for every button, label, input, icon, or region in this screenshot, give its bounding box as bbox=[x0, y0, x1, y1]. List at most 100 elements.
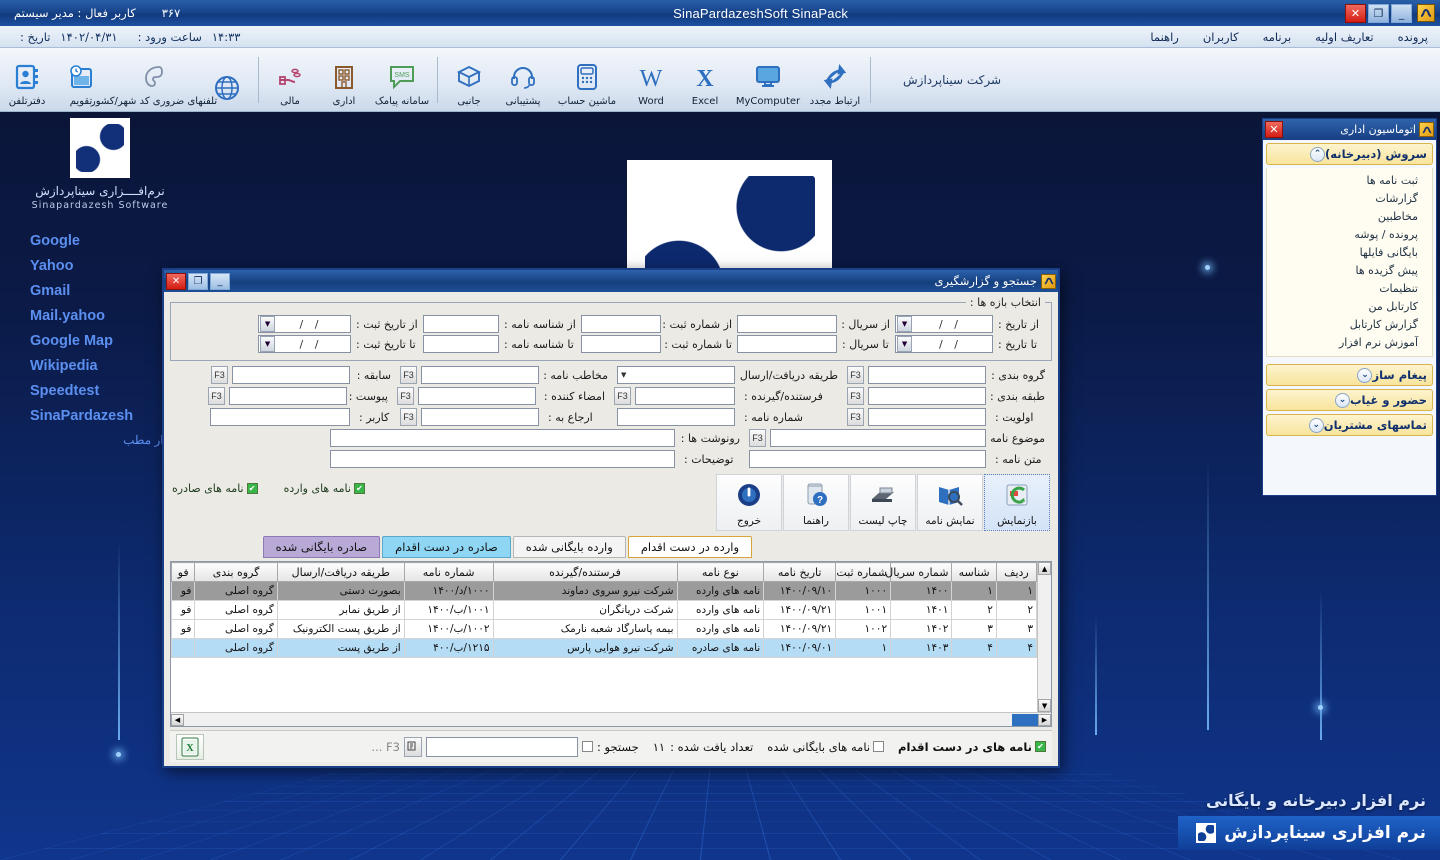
user-input[interactable] bbox=[210, 408, 350, 426]
dock-item-file-folder[interactable]: پرونده / پوشه bbox=[1277, 227, 1422, 242]
to-serial-input[interactable] bbox=[737, 335, 837, 353]
tab-incoming-in-action[interactable]: وارده در دست اقدام bbox=[627, 536, 752, 558]
col-method[interactable]: طریقه دریافت/ارسال bbox=[276, 562, 405, 582]
from-date-input[interactable]: / / ▼ bbox=[895, 315, 993, 333]
desc-input[interactable] bbox=[330, 450, 675, 468]
chevron-down-icon[interactable]: ▼ bbox=[897, 316, 912, 332]
dock-group-items[interactable]: ثبت نامه ها گزارشات مخاطبین پرونده / پوش… bbox=[1266, 168, 1433, 357]
table-row[interactable]: ۱ ۱ ۱۴۰۰ ۱۰۰۰ ۱۴۰۰/۰۹/۱۰ نامه های وارده … bbox=[171, 581, 1037, 601]
help-button[interactable]: ? راهنما bbox=[783, 474, 849, 531]
dock-group-customer-calls[interactable]: تماسهای مشتریان ⌄ bbox=[1266, 414, 1433, 436]
grid-vertical-scrollbar[interactable]: ▲ ▼ bbox=[1037, 562, 1051, 712]
in-action-filter-checkbox[interactable]: ✔ نامه های در دست اقدام bbox=[898, 740, 1046, 754]
checkbox-icon[interactable]: ✔ bbox=[353, 483, 365, 494]
link-google[interactable]: Google bbox=[30, 233, 200, 249]
priority-input[interactable] bbox=[868, 408, 986, 426]
to-regdate-input[interactable]: / / ▼ bbox=[258, 335, 351, 353]
attach-input[interactable] bbox=[229, 387, 347, 405]
dock-group-messenger[interactable]: پیغام ساز ⌄ bbox=[1266, 364, 1433, 386]
checkbox-icon[interactable] bbox=[873, 741, 885, 752]
chevron-down-icon[interactable]: ▼ bbox=[260, 336, 275, 352]
checkbox-icon[interactable]: ✔ bbox=[1035, 741, 1046, 752]
toolbar-calendar[interactable]: تقویم bbox=[54, 50, 108, 110]
col-id[interactable]: شناسه bbox=[951, 562, 997, 582]
preview-letter-button[interactable]: نمایش نامه bbox=[917, 474, 983, 531]
menubar[interactable]: پرونده تعاریف اولیه برنامه کاربران راهنم… bbox=[0, 26, 1440, 48]
table-row[interactable]: ۴ ۴ ۱۴۰۳ ۱ ۱۴۰۰/۰۹/۰۱ نامه های صادره شرک… bbox=[171, 638, 1037, 658]
subject-input[interactable] bbox=[770, 429, 986, 447]
menu-item-parvande[interactable]: پرونده bbox=[1386, 28, 1440, 46]
scroll-left-arrow-icon[interactable]: ◀ bbox=[171, 713, 184, 726]
col-regnum[interactable]: شماره ثبت bbox=[835, 562, 892, 582]
toolbar-word[interactable]: W Word bbox=[624, 50, 678, 110]
tab-outgoing-in-action[interactable]: صادره در دست اقدام bbox=[382, 536, 511, 558]
incoming-letters-checkbox[interactable]: ✔ نامه های وارده bbox=[284, 482, 365, 495]
from-serial-input[interactable] bbox=[737, 315, 837, 333]
priority-f3-button[interactable]: F3 bbox=[847, 408, 864, 426]
addressee-input[interactable] bbox=[421, 366, 539, 384]
dock-item-presets[interactable]: پیش گزیده ها bbox=[1277, 263, 1422, 278]
dock-group-soroush[interactable]: سروش (دبیرخانه) ⌃ bbox=[1266, 143, 1433, 165]
dialog-window-controls[interactable]: _ ❐ ✕ bbox=[166, 272, 230, 290]
exit-button[interactable]: خروج bbox=[716, 474, 782, 531]
sender-f3-button[interactable]: F3 bbox=[614, 387, 631, 405]
group-input[interactable] bbox=[868, 366, 986, 384]
col-letter-date[interactable]: تاریخ نامه bbox=[763, 562, 837, 582]
close-button[interactable]: ✕ bbox=[1345, 3, 1366, 23]
dock-item-reports[interactable]: گزارشات bbox=[1277, 191, 1422, 206]
col-group[interactable]: گروه بندی bbox=[194, 562, 278, 582]
main-toolbar[interactable]: دفترتلفن تقویم تلفنهای ضروری کد شهر/کشور… bbox=[0, 48, 1440, 112]
scrollbar-thumb[interactable] bbox=[1012, 713, 1038, 726]
archived-filter-checkbox[interactable]: نامه های بایگانی شده bbox=[767, 740, 885, 754]
results-grid[interactable]: ▲ ▼ ردیف شناسه شماره سریال شماره ثبت تار… bbox=[170, 561, 1052, 727]
referto-input[interactable] bbox=[421, 408, 539, 426]
class-input[interactable] bbox=[868, 387, 986, 405]
col-serial[interactable]: شماره سریال bbox=[885, 562, 953, 582]
signer-f3-button[interactable]: F3 bbox=[397, 387, 414, 405]
export-excel-button[interactable]: X bbox=[176, 733, 204, 760]
addressee-f3-button[interactable]: F3 bbox=[400, 366, 417, 384]
to-letterid-input[interactable] bbox=[423, 335, 499, 353]
chevron-up-icon[interactable]: ⌃ bbox=[1310, 146, 1326, 162]
toolbar-excel[interactable]: X Excel bbox=[678, 50, 732, 110]
dialog-close-button[interactable]: ✕ bbox=[166, 272, 186, 290]
search-checkbox-icon[interactable] bbox=[581, 741, 593, 752]
toolbar-reconnect[interactable]: ارتباط مجدد bbox=[804, 50, 866, 110]
attach-f3-button[interactable]: F3 bbox=[208, 387, 225, 405]
tab-outgoing-archived[interactable]: صادره بایگانی شده bbox=[262, 536, 381, 558]
dialog-maximize-button[interactable]: ❐ bbox=[188, 272, 208, 290]
from-regnum-input[interactable] bbox=[581, 315, 661, 333]
class-f3-button[interactable]: F3 bbox=[847, 387, 864, 405]
dialog-minimize-button[interactable]: _ bbox=[210, 272, 230, 290]
col-extra[interactable]: فو bbox=[171, 562, 196, 582]
to-date-input[interactable]: / / ▼ bbox=[895, 335, 993, 353]
dock-item-my-cartable[interactable]: کارتابل من bbox=[1277, 299, 1422, 314]
toolbar-sms[interactable]: SMS سامانه پیامک bbox=[371, 50, 433, 110]
toolbar-mycomputer[interactable]: MyComputer bbox=[732, 50, 804, 110]
method-combo[interactable]: ▼ bbox=[617, 366, 735, 384]
scroll-up-arrow-icon[interactable]: ▲ bbox=[1038, 562, 1051, 575]
dock-close-button[interactable]: ✕ bbox=[1265, 121, 1283, 138]
from-letterid-input[interactable] bbox=[423, 315, 499, 333]
letternum-input[interactable] bbox=[617, 408, 735, 426]
chevron-down-icon[interactable]: ⌄ bbox=[1334, 392, 1350, 408]
dock-item-contacts[interactable]: مخاطبین bbox=[1277, 209, 1422, 224]
print-list-button[interactable]: چاپ لیست bbox=[850, 474, 916, 531]
table-row[interactable]: ۲ ۲ ۱۴۰۱ ۱۰۰۱ ۱۴۰۰/۰۹/۲۱ نامه های وارده … bbox=[171, 600, 1037, 620]
toolbar-financial[interactable]: مالی bbox=[263, 50, 317, 110]
copies-input[interactable] bbox=[330, 429, 675, 447]
history-f3-button[interactable]: F3 bbox=[211, 366, 228, 384]
toolbar-contacts[interactable]: دفترتلفن bbox=[0, 50, 54, 110]
result-tabs[interactable]: وارده در دست اقدام وارده بایگانی شده صاد… bbox=[170, 534, 1052, 558]
tab-incoming-archived[interactable]: وارده بایگانی شده bbox=[512, 536, 626, 558]
dock-item-cartable-report[interactable]: گزارش کارتابل bbox=[1277, 317, 1422, 332]
subject-f3-button[interactable]: F3 bbox=[749, 429, 766, 447]
signer-input[interactable] bbox=[418, 387, 536, 405]
menu-item-help[interactable]: راهنما bbox=[1138, 28, 1190, 46]
group-f3-button[interactable]: F3 bbox=[847, 366, 864, 384]
dock-item-register-letters[interactable]: ثبت نامه ها bbox=[1277, 173, 1422, 188]
maximize-button[interactable]: ❐ bbox=[1368, 3, 1389, 23]
scroll-right-arrow-icon[interactable]: ▶ bbox=[1038, 713, 1051, 726]
from-regdate-input[interactable]: / / ▼ bbox=[258, 315, 351, 333]
search-input[interactable] bbox=[425, 736, 578, 757]
